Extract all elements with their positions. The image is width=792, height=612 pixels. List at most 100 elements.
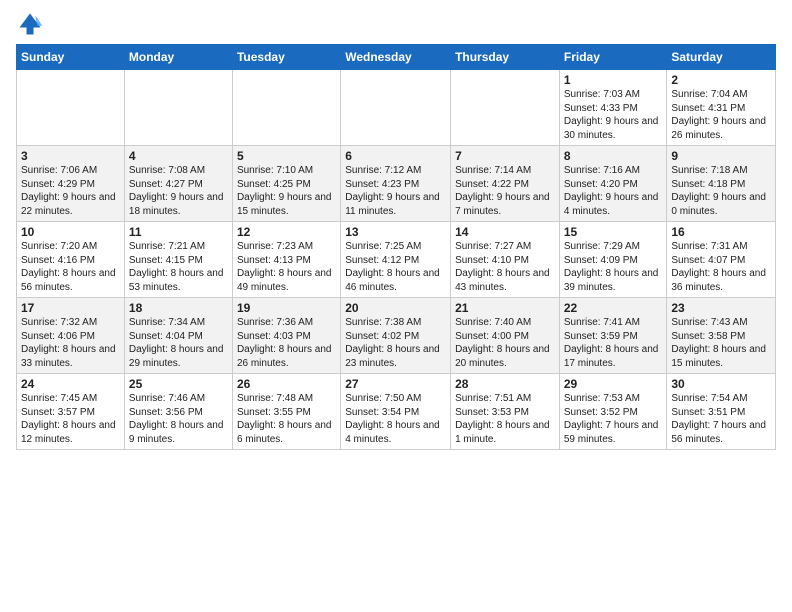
day-info: Sunrise: 7:16 AM Sunset: 4:20 PM Dayligh… (564, 164, 663, 218)
calendar-cell: 20Sunrise: 7:38 AM Sunset: 4:02 PM Dayli… (341, 298, 451, 374)
calendar-cell: 1Sunrise: 7:03 AM Sunset: 4:33 PM Daylig… (559, 70, 667, 146)
day-info: Sunrise: 7:06 AM Sunset: 4:29 PM Dayligh… (21, 164, 120, 218)
day-info: Sunrise: 7:27 AM Sunset: 4:10 PM Dayligh… (455, 240, 555, 294)
day-number: 4 (129, 149, 228, 163)
calendar-cell: 21Sunrise: 7:40 AM Sunset: 4:00 PM Dayli… (451, 298, 560, 374)
day-number: 28 (455, 377, 555, 391)
day-number: 26 (237, 377, 336, 391)
day-info: Sunrise: 7:29 AM Sunset: 4:09 PM Dayligh… (564, 240, 663, 294)
col-header-sunday: Sunday (17, 45, 125, 70)
calendar-cell: 26Sunrise: 7:48 AM Sunset: 3:55 PM Dayli… (232, 374, 340, 450)
calendar-cell: 27Sunrise: 7:50 AM Sunset: 3:54 PM Dayli… (341, 374, 451, 450)
day-info: Sunrise: 7:12 AM Sunset: 4:23 PM Dayligh… (345, 164, 446, 218)
calendar-cell (232, 70, 340, 146)
day-info: Sunrise: 7:10 AM Sunset: 4:25 PM Dayligh… (237, 164, 336, 218)
calendar-cell: 30Sunrise: 7:54 AM Sunset: 3:51 PM Dayli… (667, 374, 776, 450)
calendar-cell: 15Sunrise: 7:29 AM Sunset: 4:09 PM Dayli… (559, 222, 667, 298)
col-header-wednesday: Wednesday (341, 45, 451, 70)
day-number: 14 (455, 225, 555, 239)
day-number: 22 (564, 301, 663, 315)
day-number: 7 (455, 149, 555, 163)
header (16, 10, 776, 38)
col-header-tuesday: Tuesday (232, 45, 340, 70)
day-number: 12 (237, 225, 336, 239)
day-number: 10 (21, 225, 120, 239)
calendar-cell: 23Sunrise: 7:43 AM Sunset: 3:58 PM Dayli… (667, 298, 776, 374)
calendar-cell: 7Sunrise: 7:14 AM Sunset: 4:22 PM Daylig… (451, 146, 560, 222)
day-number: 2 (671, 73, 771, 87)
calendar-cell: 8Sunrise: 7:16 AM Sunset: 4:20 PM Daylig… (559, 146, 667, 222)
day-number: 13 (345, 225, 446, 239)
col-header-thursday: Thursday (451, 45, 560, 70)
logo (16, 10, 48, 38)
day-number: 1 (564, 73, 663, 87)
calendar-cell: 29Sunrise: 7:53 AM Sunset: 3:52 PM Dayli… (559, 374, 667, 450)
day-info: Sunrise: 7:38 AM Sunset: 4:02 PM Dayligh… (345, 316, 446, 370)
day-info: Sunrise: 7:45 AM Sunset: 3:57 PM Dayligh… (21, 392, 120, 446)
calendar-cell: 4Sunrise: 7:08 AM Sunset: 4:27 PM Daylig… (124, 146, 232, 222)
day-number: 25 (129, 377, 228, 391)
day-number: 3 (21, 149, 120, 163)
day-number: 6 (345, 149, 446, 163)
calendar-cell: 18Sunrise: 7:34 AM Sunset: 4:04 PM Dayli… (124, 298, 232, 374)
calendar-cell: 28Sunrise: 7:51 AM Sunset: 3:53 PM Dayli… (451, 374, 560, 450)
day-info: Sunrise: 7:50 AM Sunset: 3:54 PM Dayligh… (345, 392, 446, 446)
day-info: Sunrise: 7:43 AM Sunset: 3:58 PM Dayligh… (671, 316, 771, 370)
col-header-friday: Friday (559, 45, 667, 70)
day-info: Sunrise: 7:14 AM Sunset: 4:22 PM Dayligh… (455, 164, 555, 218)
calendar-cell: 10Sunrise: 7:20 AM Sunset: 4:16 PM Dayli… (17, 222, 125, 298)
week-row-1: 1Sunrise: 7:03 AM Sunset: 4:33 PM Daylig… (17, 70, 776, 146)
day-info: Sunrise: 7:03 AM Sunset: 4:33 PM Dayligh… (564, 88, 663, 142)
calendar-cell (341, 70, 451, 146)
day-info: Sunrise: 7:40 AM Sunset: 4:00 PM Dayligh… (455, 316, 555, 370)
day-info: Sunrise: 7:25 AM Sunset: 4:12 PM Dayligh… (345, 240, 446, 294)
week-row-2: 3Sunrise: 7:06 AM Sunset: 4:29 PM Daylig… (17, 146, 776, 222)
day-number: 21 (455, 301, 555, 315)
calendar-cell: 3Sunrise: 7:06 AM Sunset: 4:29 PM Daylig… (17, 146, 125, 222)
day-number: 15 (564, 225, 663, 239)
calendar-table: SundayMondayTuesdayWednesdayThursdayFrid… (16, 44, 776, 450)
calendar-cell: 5Sunrise: 7:10 AM Sunset: 4:25 PM Daylig… (232, 146, 340, 222)
day-info: Sunrise: 7:20 AM Sunset: 4:16 PM Dayligh… (21, 240, 120, 294)
day-info: Sunrise: 7:41 AM Sunset: 3:59 PM Dayligh… (564, 316, 663, 370)
calendar-cell (17, 70, 125, 146)
week-row-4: 17Sunrise: 7:32 AM Sunset: 4:06 PM Dayli… (17, 298, 776, 374)
day-number: 19 (237, 301, 336, 315)
calendar-cell: 22Sunrise: 7:41 AM Sunset: 3:59 PM Dayli… (559, 298, 667, 374)
day-number: 8 (564, 149, 663, 163)
calendar-cell: 16Sunrise: 7:31 AM Sunset: 4:07 PM Dayli… (667, 222, 776, 298)
calendar-cell: 2Sunrise: 7:04 AM Sunset: 4:31 PM Daylig… (667, 70, 776, 146)
day-number: 18 (129, 301, 228, 315)
day-info: Sunrise: 7:54 AM Sunset: 3:51 PM Dayligh… (671, 392, 771, 446)
calendar-cell (124, 70, 232, 146)
calendar-cell: 19Sunrise: 7:36 AM Sunset: 4:03 PM Dayli… (232, 298, 340, 374)
week-row-3: 10Sunrise: 7:20 AM Sunset: 4:16 PM Dayli… (17, 222, 776, 298)
day-info: Sunrise: 7:36 AM Sunset: 4:03 PM Dayligh… (237, 316, 336, 370)
logo-icon (16, 10, 44, 38)
calendar-cell (451, 70, 560, 146)
calendar-header-row: SundayMondayTuesdayWednesdayThursdayFrid… (17, 45, 776, 70)
day-info: Sunrise: 7:08 AM Sunset: 4:27 PM Dayligh… (129, 164, 228, 218)
day-info: Sunrise: 7:21 AM Sunset: 4:15 PM Dayligh… (129, 240, 228, 294)
col-header-saturday: Saturday (667, 45, 776, 70)
calendar-cell: 17Sunrise: 7:32 AM Sunset: 4:06 PM Dayli… (17, 298, 125, 374)
calendar-cell: 25Sunrise: 7:46 AM Sunset: 3:56 PM Dayli… (124, 374, 232, 450)
day-number: 17 (21, 301, 120, 315)
day-info: Sunrise: 7:51 AM Sunset: 3:53 PM Dayligh… (455, 392, 555, 446)
calendar-cell: 14Sunrise: 7:27 AM Sunset: 4:10 PM Dayli… (451, 222, 560, 298)
day-number: 27 (345, 377, 446, 391)
day-info: Sunrise: 7:18 AM Sunset: 4:18 PM Dayligh… (671, 164, 771, 218)
page: SundayMondayTuesdayWednesdayThursdayFrid… (0, 0, 792, 612)
day-number: 24 (21, 377, 120, 391)
day-info: Sunrise: 7:48 AM Sunset: 3:55 PM Dayligh… (237, 392, 336, 446)
day-number: 5 (237, 149, 336, 163)
day-info: Sunrise: 7:04 AM Sunset: 4:31 PM Dayligh… (671, 88, 771, 142)
calendar-cell: 6Sunrise: 7:12 AM Sunset: 4:23 PM Daylig… (341, 146, 451, 222)
day-number: 11 (129, 225, 228, 239)
col-header-monday: Monday (124, 45, 232, 70)
calendar-cell: 12Sunrise: 7:23 AM Sunset: 4:13 PM Dayli… (232, 222, 340, 298)
day-number: 29 (564, 377, 663, 391)
day-info: Sunrise: 7:46 AM Sunset: 3:56 PM Dayligh… (129, 392, 228, 446)
day-info: Sunrise: 7:23 AM Sunset: 4:13 PM Dayligh… (237, 240, 336, 294)
day-number: 30 (671, 377, 771, 391)
